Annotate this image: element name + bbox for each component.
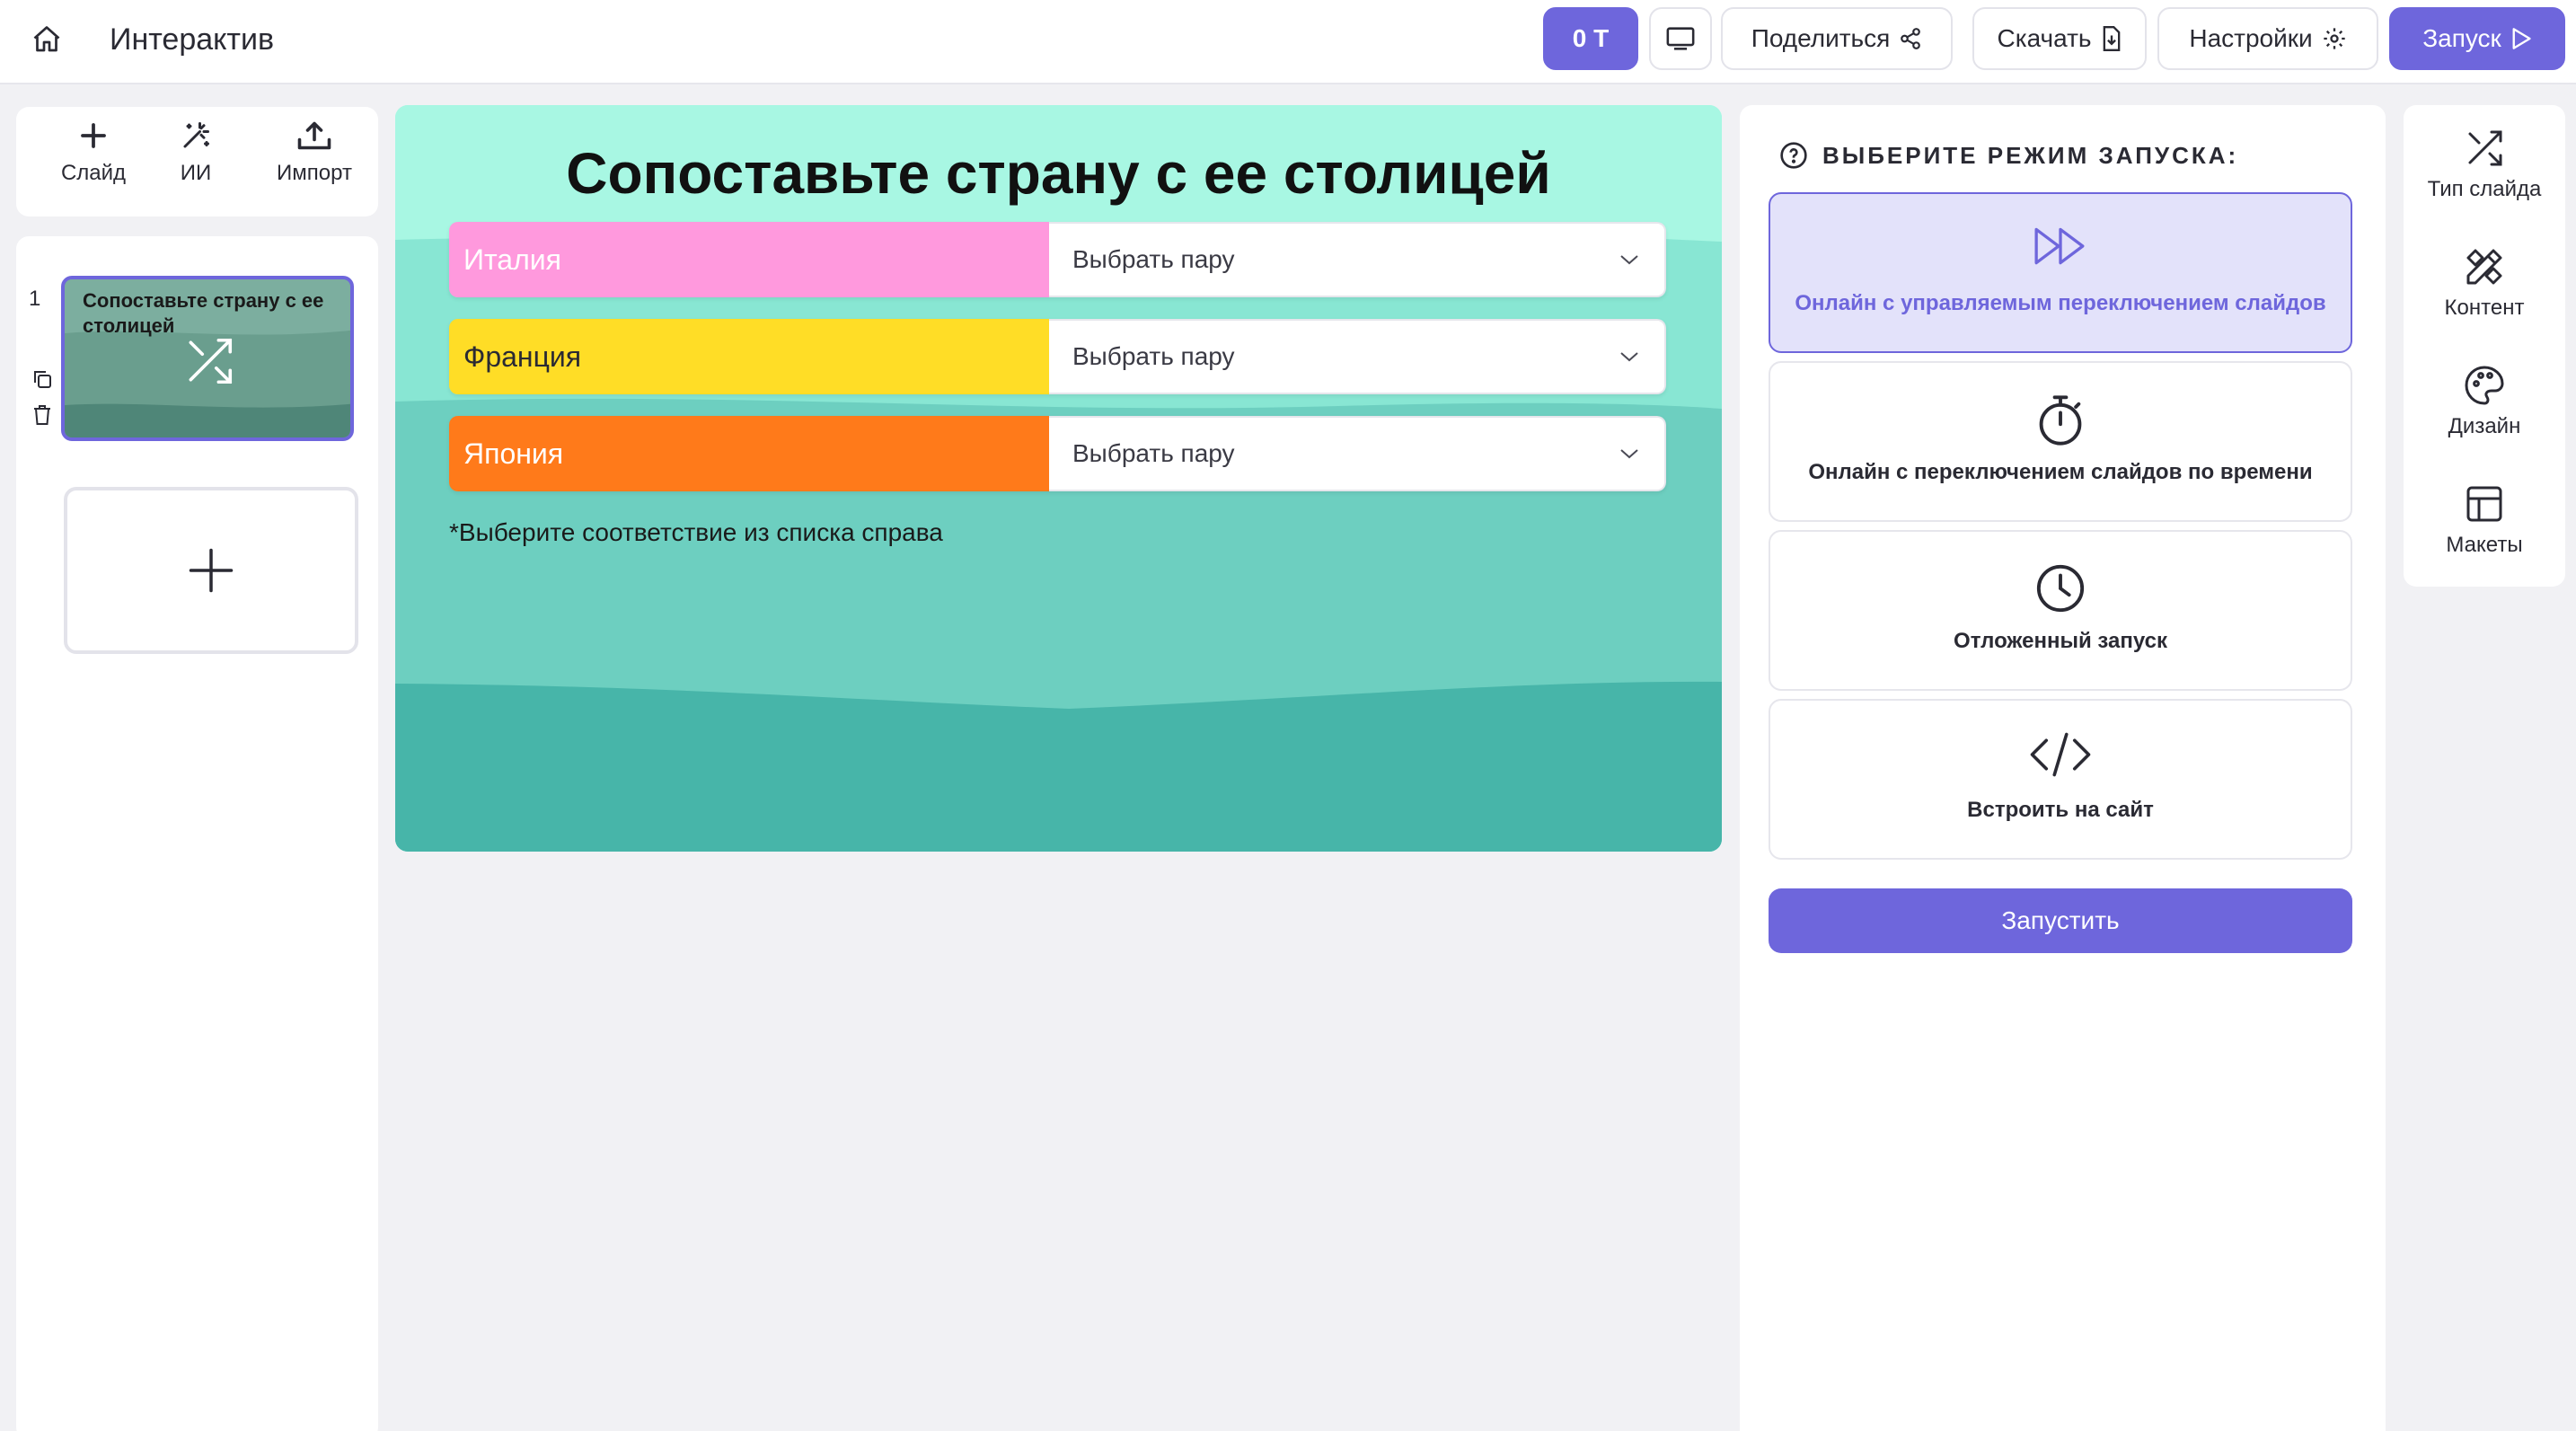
pair-select-placeholder: Выбрать пару (1072, 439, 1235, 467)
layout-icon (2463, 482, 2506, 526)
gear-icon (2322, 26, 2347, 51)
help-icon (1779, 141, 1808, 170)
mode-label: Встроить на сайт (1967, 798, 2154, 822)
tool-label: Слайд (60, 161, 127, 185)
share-label: Поделиться (1751, 24, 1891, 52)
share-icon (1899, 27, 1922, 50)
stopwatch-icon (2037, 393, 2084, 447)
chevron-down-icon (1619, 350, 1639, 363)
clock-icon (2034, 562, 2086, 614)
pencil-ruler-icon (2463, 245, 2506, 288)
mode-label: Онлайн с управляемым переключением слайд… (1795, 291, 2326, 315)
duplicate-slide-button[interactable] (29, 366, 56, 393)
settings-button[interactable]: Настройки (2157, 7, 2378, 70)
plus-icon (184, 543, 238, 597)
mode-label: Отложенный запуск (1954, 629, 2167, 653)
mode-card-timed[interactable]: Онлайн с переключением слайдов по времен… (1769, 361, 2352, 522)
fast-forward-icon (2033, 225, 2088, 268)
run-button[interactable]: Запустить (1769, 888, 2352, 953)
trash-icon (32, 404, 52, 426)
country-label: Франция (449, 319, 1049, 394)
slide-list-panel: 1 Сопоставьте страну с ее столицей (16, 236, 378, 1431)
properties-toolbar: Тип слайда Контент Дизайн Макеты (2404, 105, 2565, 587)
monitor-icon (1665, 25, 1696, 52)
download-label: Скачать (1997, 24, 2092, 52)
content-tool[interactable]: Контент (2404, 245, 2565, 353)
file-download-icon (2101, 26, 2122, 51)
slide-thumbnail[interactable]: Сопоставьте страну с ее столицей (61, 276, 354, 441)
upload-icon (296, 119, 332, 152)
delete-slide-button[interactable] (29, 402, 56, 428)
mode-card-embed[interactable]: Встроить на сайт (1769, 699, 2352, 860)
tool-label: ИИ (180, 161, 212, 185)
launch-mode-heading: ВЫБЕРИТЕ РЕЖИМ ЗАПУСКА: (1779, 141, 2238, 170)
copy-icon (31, 368, 53, 390)
share-button[interactable]: Поделиться (1721, 7, 1953, 70)
launch-mode-panel: ВЫБЕРИТЕ РЕЖИМ ЗАПУСКА: Онлайн с управля… (1740, 105, 2386, 1431)
pair-select-placeholder: Выбрать пару (1072, 245, 1235, 273)
pair-row: Италия Выбрать пару (449, 222, 1666, 297)
add-slide-tool[interactable]: Слайд (40, 119, 147, 206)
mode-card-controlled[interactable]: Онлайн с управляемым переключением слайд… (1769, 192, 2352, 353)
launch-button[interactable]: Запуск (2389, 7, 2565, 70)
country-label: Италия (449, 222, 1049, 297)
slide-type-tool[interactable]: Тип слайда (2404, 127, 2565, 234)
chevron-down-icon (1619, 253, 1639, 266)
country-label: Япония (449, 416, 1049, 491)
mode-label: Онлайн с переключением слайдов по времен… (1808, 460, 2313, 484)
tool-label: Импорт (277, 161, 352, 185)
pair-row: Франция Выбрать пару (449, 319, 1666, 394)
slide-toolbar: Слайд ИИ Импорт (16, 107, 378, 216)
magic-wand-icon (180, 119, 212, 152)
app-title: Интерактив (110, 22, 275, 57)
ai-tool[interactable]: ИИ (142, 119, 250, 206)
tool-label: Контент (2444, 296, 2525, 320)
run-label: Запустить (2001, 906, 2120, 934)
home-button[interactable] (27, 20, 66, 59)
tokens-button[interactable]: 0 T (1543, 7, 1638, 70)
pair-select[interactable]: Выбрать пару (1049, 222, 1666, 297)
pair-select[interactable]: Выбрать пару (1049, 319, 1666, 394)
mode-card-scheduled[interactable]: Отложенный запуск (1769, 530, 2352, 691)
tool-label: Макеты (2446, 533, 2523, 557)
launch-label: Запуск (2422, 24, 2501, 52)
chevron-down-icon (1619, 447, 1639, 460)
heading-text: ВЫБЕРИТЕ РЕЖИМ ЗАПУСКА: (1822, 141, 2239, 169)
settings-label: Настройки (2189, 24, 2313, 52)
plus-icon (77, 119, 110, 152)
tool-label: Дизайн (2448, 414, 2521, 438)
shuffle-icon (181, 333, 237, 389)
slide-title: Сопоставьте страну с ее столицей (566, 141, 1551, 206)
top-bar: Интерактив 0 T Поделиться Скачать Настро… (0, 0, 2576, 84)
hint-note: *Выберите соответствие из списка справа (449, 518, 943, 546)
slide-number: 1 (29, 287, 41, 311)
pair-select[interactable]: Выбрать пару (1049, 416, 1666, 491)
thumb-title: Сопоставьте страну с ее столицей (83, 289, 324, 337)
preview-button[interactable] (1649, 7, 1712, 70)
design-tool[interactable]: Дизайн (2404, 364, 2565, 472)
download-button[interactable]: Скачать (1972, 7, 2147, 70)
palette-icon (2463, 364, 2506, 407)
home-icon (31, 23, 63, 56)
pair-row: Япония Выбрать пару (449, 416, 1666, 491)
add-slide-placeholder[interactable] (64, 487, 358, 654)
code-icon (2028, 731, 2093, 778)
shuffle-icon (2463, 127, 2506, 170)
tool-label: Тип слайда (2427, 177, 2542, 201)
tokens-label: 0 T (1572, 24, 1610, 52)
import-tool[interactable]: Импорт (260, 119, 368, 206)
layouts-tool[interactable]: Макеты (2404, 482, 2565, 590)
slide-canvas: Сопоставьте страну с ее столицей Италия … (395, 105, 1722, 852)
play-icon (2510, 27, 2532, 50)
pair-select-placeholder: Выбрать пару (1072, 342, 1235, 370)
